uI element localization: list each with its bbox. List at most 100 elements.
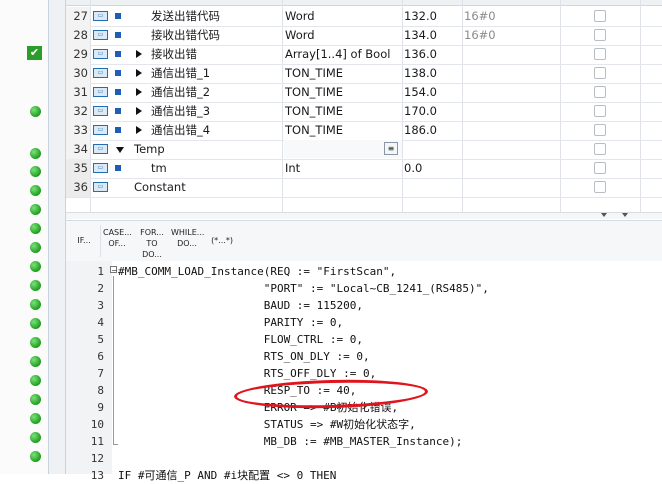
expand-right-icon[interactable] <box>136 50 142 58</box>
code-line[interactable]: 6 RTS_ON_DLY := 0, <box>66 348 662 365</box>
chevron-down-icon[interactable] <box>622 213 628 217</box>
table-row[interactable]: 28 ▭ 接收出错代码 Word 134.0 16#0 <box>66 26 662 46</box>
while-do-button[interactable]: WHILE... DO... <box>171 227 204 255</box>
status-ok-icon <box>30 451 41 462</box>
code-text[interactable]: #MB_COMM_LOAD_Instance(REQ := "FirstScan… <box>118 263 396 280</box>
hmi-access-checkbox[interactable] <box>594 143 606 155</box>
default-value[interactable]: 16#0 <box>464 26 496 45</box>
toolbar-divider <box>100 225 101 257</box>
line-number: 12 <box>90 452 104 465</box>
table-row[interactable]: 35 ▭ tm Int 0.0 <box>66 159 662 179</box>
code-text[interactable]: STATUS => #W初始化状态字, <box>118 416 416 433</box>
variable-name[interactable]: 通信出错_4 <box>151 121 210 140</box>
code-line[interactable]: 4 PARITY := 0, <box>66 314 662 331</box>
hmi-access-checkbox[interactable] <box>594 10 606 22</box>
code-text[interactable]: "PORT" := "Local~CB_1241_(RS485)", <box>118 280 489 297</box>
status-ok-icon <box>30 204 41 215</box>
code-text[interactable]: RTS_ON_DLY := 0, <box>118 348 370 365</box>
code-text[interactable]: IF #可通信_P AND #i块配置 <> 0 THEN <box>118 467 336 484</box>
variable-name[interactable]: Temp <box>134 140 165 159</box>
code-line[interactable]: 2 "PORT" := "Local~CB_1241_(RS485)", <box>66 280 662 297</box>
code-text[interactable]: FLOW_CTRL := 0, <box>118 331 363 348</box>
hmi-access-checkbox[interactable] <box>594 162 606 174</box>
if-button[interactable]: IF... <box>72 235 96 263</box>
table-header <box>66 0 662 6</box>
status-ok-icon <box>30 242 41 253</box>
table-row[interactable]: 33 ▭ 通信出错_4 TON_TIME 186.0 <box>66 121 662 141</box>
hmi-access-checkbox[interactable] <box>594 124 606 136</box>
expand-right-icon[interactable] <box>136 69 142 77</box>
data-type[interactable]: TON_TIME <box>285 64 343 83</box>
chevron-down-icon[interactable] <box>601 213 607 217</box>
status-ok-icon <box>30 148 41 159</box>
data-type[interactable]: TON_TIME <box>285 83 343 102</box>
code-line[interactable]: 12 <box>66 450 662 467</box>
table-row[interactable]: 31 ▭ 通信出错_2 TON_TIME 154.0 <box>66 83 662 103</box>
code-text[interactable]: MB_DB := #MB_MASTER_Instance); <box>118 433 463 450</box>
table-row[interactable]: 36 ▭ Constant <box>66 178 662 198</box>
code-line[interactable]: 10 STATUS => #W初始化状态字, <box>66 416 662 433</box>
data-type[interactable]: Array[1..4] of Bool <box>285 45 390 64</box>
row-number: 31 <box>66 83 90 102</box>
list-icon[interactable]: ≡ <box>384 142 398 155</box>
code-line[interactable]: 11 MB_DB := #MB_MASTER_Instance); <box>66 433 662 450</box>
line-number: 11 <box>90 435 104 448</box>
status-ok-icon <box>30 185 41 196</box>
status-ok-icon <box>30 166 41 177</box>
table-row[interactable]: 34 ▭ ≡ Temp <box>66 140 662 160</box>
data-type[interactable]: Word <box>285 26 315 45</box>
table-row[interactable]: 30 ▭ 通信出错_1 TON_TIME 138.0 <box>66 64 662 84</box>
data-type[interactable]: TON_TIME <box>285 102 343 121</box>
row-number: 34 <box>66 140 90 159</box>
variable-name[interactable]: 通信出错_2 <box>151 83 210 102</box>
table-row[interactable]: 32 ▭ 通信出错_3 TON_TIME 170.0 <box>66 102 662 122</box>
code-line[interactable]: 13 IF #可通信_P AND #i块配置 <> 0 THEN <box>66 467 662 484</box>
variable-name[interactable]: 通信出错_3 <box>151 102 210 121</box>
status-ok-icon <box>30 261 41 272</box>
status-ok-icon <box>30 337 41 348</box>
comment-button[interactable]: (*...*) <box>206 235 238 263</box>
line-number: 7 <box>97 367 104 380</box>
table-row[interactable]: 27 ▭ 发送出错代码 Word 132.0 16#0 <box>66 7 662 27</box>
static-square-icon <box>115 13 121 19</box>
hmi-access-checkbox[interactable] <box>594 48 606 60</box>
variable-name[interactable]: 接收出错代码 <box>151 26 220 45</box>
code-text[interactable]: PARITY := 0, <box>118 314 343 331</box>
line-number: 8 <box>97 384 104 397</box>
data-type[interactable]: Int <box>285 159 300 178</box>
variable-name[interactable]: 发送出错代码 <box>151 7 220 26</box>
static-square-icon <box>115 165 121 171</box>
expand-right-icon[interactable] <box>136 126 142 134</box>
variable-name[interactable]: 通信出错_1 <box>151 64 210 83</box>
table-scrollbar[interactable] <box>66 212 662 219</box>
hmi-access-checkbox[interactable] <box>594 181 606 193</box>
variable-icon: ▭ <box>93 87 108 97</box>
code-line[interactable]: 3 BAUD := 115200, <box>66 297 662 314</box>
default-value[interactable]: 16#0 <box>464 7 496 26</box>
code-editor[interactable]: − 1 #MB_COMM_LOAD_Instance(REQ := "FirstS… <box>66 261 662 482</box>
case-of-button[interactable]: CASE... OF... <box>103 227 132 255</box>
variable-name[interactable]: Constant <box>134 178 186 197</box>
data-type[interactable]: Word <box>285 7 315 26</box>
variable-icon: ▭ <box>93 11 108 21</box>
expand-right-icon[interactable] <box>136 107 142 115</box>
for-to-do-button[interactable]: FOR... TO DO... <box>136 227 168 259</box>
code-line[interactable]: 5 FLOW_CTRL := 0, <box>66 331 662 348</box>
hmi-access-checkbox[interactable] <box>594 67 606 79</box>
offset-value: 186.0 <box>404 123 437 137</box>
hmi-access-checkbox[interactable] <box>594 29 606 41</box>
data-type[interactable]: TON_TIME <box>285 121 343 140</box>
hmi-access-checkbox[interactable] <box>594 86 606 98</box>
static-square-icon <box>115 51 121 57</box>
code-text[interactable]: BAUD := 115200, <box>118 297 363 314</box>
expand-down-icon[interactable] <box>116 147 124 153</box>
row-number: 36 <box>66 178 90 197</box>
expand-right-icon[interactable] <box>136 88 142 96</box>
table-row[interactable]: 29 ▭ 接收出错 Array[1..4] of Bool 136.0 <box>66 45 662 65</box>
variable-name[interactable]: tm <box>151 159 167 178</box>
row-number: 32 <box>66 102 90 121</box>
status-ok-icon <box>30 106 41 117</box>
hmi-access-checkbox[interactable] <box>594 105 606 117</box>
variable-name[interactable]: 接收出错 <box>151 45 197 64</box>
code-line[interactable]: 1 #MB_COMM_LOAD_Instance(REQ := "FirstSca… <box>66 263 662 280</box>
